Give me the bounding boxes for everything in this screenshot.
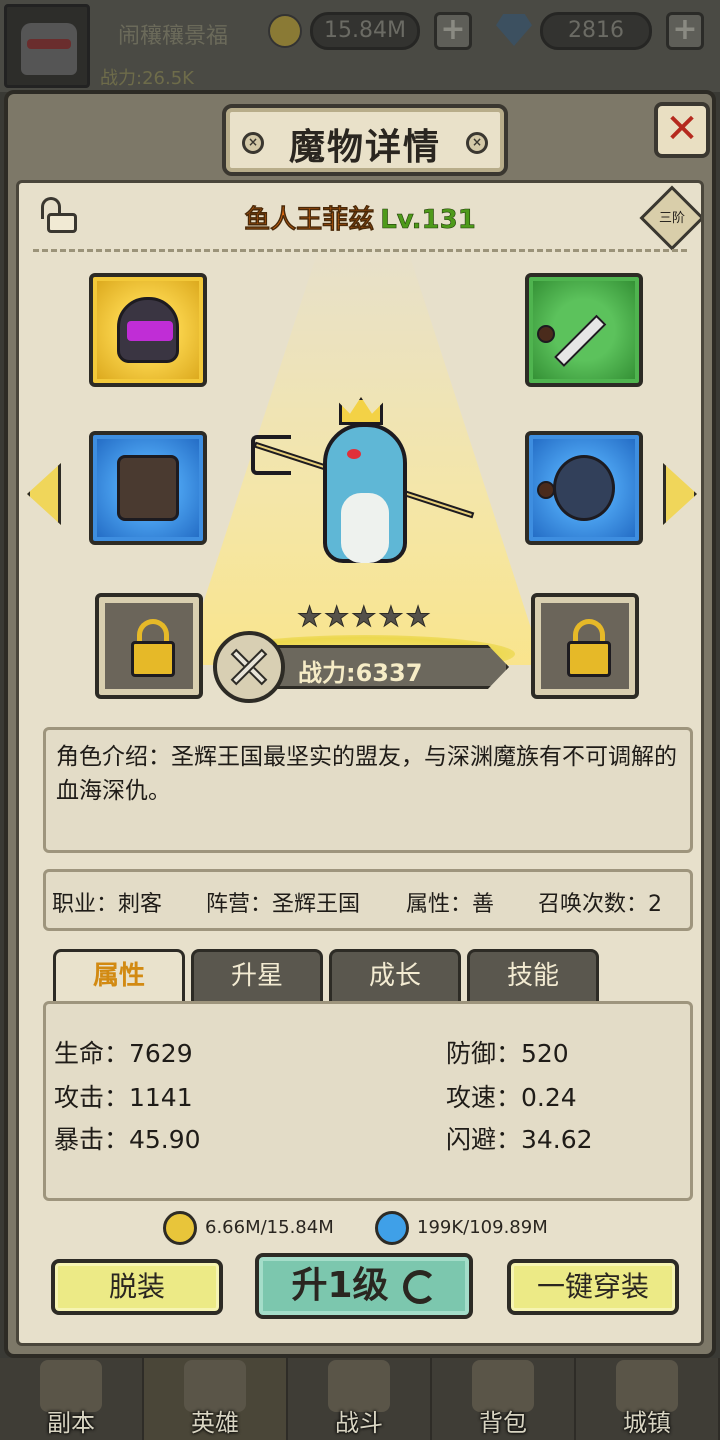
cat-face-icon — [21, 23, 77, 75]
rank-label: 三阶 — [658, 211, 685, 226]
tab-growth[interactable]: 成长 — [329, 949, 461, 1001]
modal-title: 魔物详情 — [288, 127, 441, 168]
sunglasses-icon — [27, 39, 71, 49]
hero-level: Lv.131 — [380, 205, 476, 236]
exp-cost-value: 199K/109.89M — [417, 1217, 548, 1238]
star-icon: ★ — [351, 600, 377, 633]
gem-amount: 2816 — [540, 12, 652, 50]
trident-icon — [251, 435, 291, 475]
hero-alignment: 属性：善 — [406, 892, 495, 917]
helmet-visor — [127, 321, 173, 341]
hero-portrait — [249, 383, 479, 583]
bolt-icon: × — [466, 132, 488, 154]
hero-camp: 阵营：圣辉王国 — [206, 892, 361, 917]
nav-label: 战斗 — [335, 1409, 383, 1437]
equip-slot-helmet[interactable] — [89, 273, 207, 387]
tab-star-up[interactable]: 升星 — [191, 949, 323, 1001]
fishman-belly — [341, 493, 389, 563]
star-icon: ★ — [405, 600, 431, 633]
stat-dodge: 闪避：34.62 — [446, 1125, 593, 1154]
modal-title-plate: × 魔物详情 × — [222, 104, 508, 176]
padlock-icon — [131, 641, 175, 677]
combat-power: 战力:6337 — [298, 659, 423, 687]
gold-cost-value: 6.66M/15.84M — [205, 1217, 334, 1238]
unequip-button[interactable]: 脱装 — [51, 1259, 223, 1315]
nav-backpack[interactable]: 背包 — [432, 1358, 576, 1440]
star-rating: ★ ★ ★ ★ ★ — [296, 600, 431, 633]
close-button[interactable]: ✕ — [654, 102, 710, 158]
nav-heroes[interactable]: 英雄 — [144, 1358, 288, 1440]
stat-hp: 生命：7629 — [54, 1039, 193, 1068]
nav-label: 城镇 — [623, 1409, 671, 1437]
add-gold-button[interactable]: + — [434, 12, 472, 50]
player-power: 战力:26.5K — [100, 68, 194, 89]
crossed-swords-icon — [213, 631, 285, 703]
nav-battle[interactable]: 战斗 — [288, 1358, 432, 1440]
armor-icon — [553, 455, 615, 521]
hero-description: 角色介绍：圣辉王国最坚实的盟友，与深渊魔族有不可调解的血海深仇。 — [43, 727, 693, 853]
hero-name: 鱼人王菲兹 — [244, 205, 375, 236]
star-icon: ★ — [296, 600, 323, 633]
level-up-label: 升1级 — [291, 1265, 389, 1306]
refresh-icon — [402, 1270, 437, 1304]
hero-title: 鱼人王菲兹 Lv.131 — [19, 199, 701, 236]
tab-attributes[interactable]: 属性 — [53, 949, 185, 1005]
player-name: 闹穰穰景福 — [118, 24, 229, 49]
auto-equip-button[interactable]: 一键穿装 — [507, 1259, 679, 1315]
hero-job: 职业：刺客 — [52, 892, 163, 917]
monster-detail-modal: 鱼人王菲兹 Lv.131 三阶 ★ ★ ★ ★ ★ 战力:6337 角色介绍：圣… — [4, 90, 716, 1358]
stat-crit: 暴击：45.90 — [54, 1125, 201, 1154]
gold-coin-icon — [268, 14, 302, 48]
exp-orb-icon — [375, 1211, 409, 1245]
boots-icon — [117, 455, 179, 521]
divider — [33, 249, 687, 252]
socket-icon — [537, 325, 555, 343]
locked-slot-right[interactable] — [531, 593, 639, 699]
stat-attack-speed: 攻速：0.24 — [446, 1083, 577, 1112]
add-gem-button[interactable]: + — [666, 12, 704, 50]
padlock-icon — [567, 641, 611, 677]
gold-coin-icon — [163, 1211, 197, 1245]
nav-label: 英雄 — [191, 1409, 239, 1437]
nav-label: 副本 — [47, 1409, 95, 1437]
diamond-icon — [496, 14, 532, 46]
nav-town[interactable]: 城镇 — [576, 1358, 720, 1440]
star-icon: ★ — [378, 600, 404, 633]
tab-skills[interactable]: 技能 — [467, 949, 599, 1001]
prev-hero-arrow[interactable] — [27, 463, 61, 525]
dagger-icon — [554, 314, 607, 367]
hero-meta: 职业：刺客 阵营：圣辉王国 属性：善 召唤次数：2 — [43, 869, 693, 931]
stat-defense: 防御：520 — [446, 1039, 569, 1068]
stat-attack: 攻击：1141 — [54, 1083, 193, 1112]
level-up-button[interactable]: 升1级 — [255, 1253, 473, 1319]
equip-slot-weapon[interactable] — [525, 273, 643, 387]
gold-amount: 15.84M — [310, 12, 420, 50]
top-bar: 闹穰穰景福 战力:26.5K 15.84M + 2816 + — [0, 0, 720, 92]
fishman-eye — [347, 449, 361, 459]
crown-icon — [339, 397, 383, 425]
modal-content: 鱼人王菲兹 Lv.131 三阶 ★ ★ ★ ★ ★ 战力:6337 角色介绍：圣… — [16, 180, 704, 1346]
nav-dungeon[interactable]: 副本 — [0, 1358, 144, 1440]
player-avatar[interactable] — [4, 4, 90, 88]
stats-panel: 生命：7629 防御：520 攻击：1141 攻速：0.24 暴击：45.90 … — [43, 1001, 693, 1201]
nav-label: 背包 — [479, 1409, 527, 1437]
locked-slot-left[interactable] — [95, 593, 203, 699]
next-hero-arrow[interactable] — [663, 463, 697, 525]
hero-summons: 召唤次数：2 — [538, 892, 662, 917]
bottom-nav: 副本 英雄 战斗 背包 城镇 — [0, 1358, 720, 1440]
star-icon: ★ — [324, 600, 350, 633]
equip-slot-boots[interactable] — [89, 431, 207, 545]
equip-slot-armor[interactable] — [525, 431, 643, 545]
